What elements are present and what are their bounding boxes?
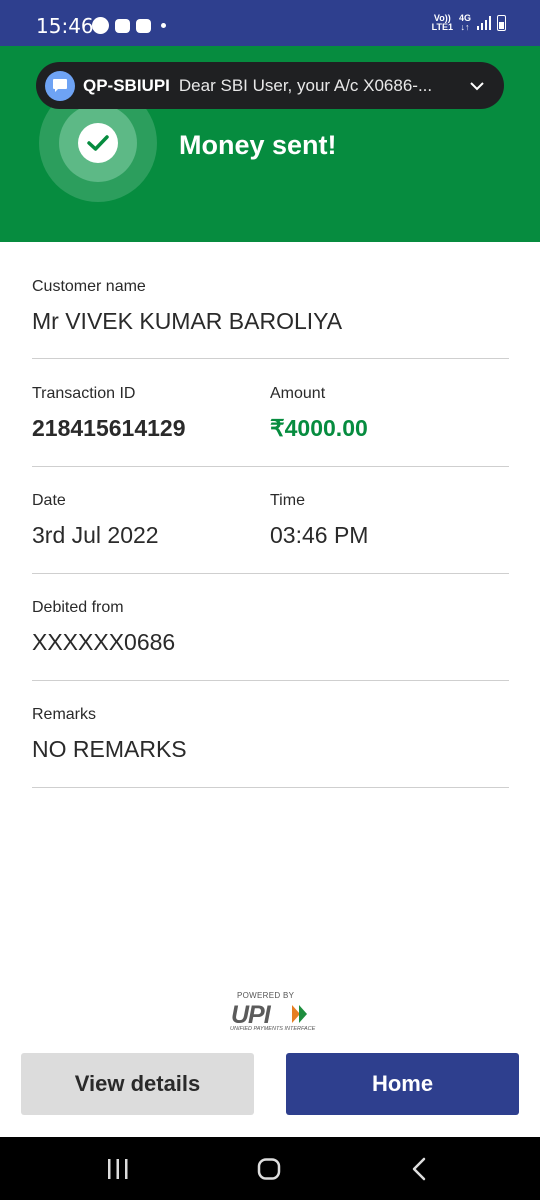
time-value: 03:46 PM <box>270 522 369 548</box>
home-nav-icon[interactable] <box>257 1158 281 1180</box>
time-label: Time <box>270 492 305 509</box>
notification-message: Dear SBI User, your A/c X0686-... <box>178 75 433 95</box>
divider <box>32 573 509 574</box>
status-bar: 15:46 Vo)) LTE1 4G ↓↑ <box>0 0 540 46</box>
checkmark-icon <box>78 123 118 163</box>
back-icon[interactable] <box>411 1157 427 1181</box>
customer-name-value: Mr VIVEK KUMAR BAROLIYA <box>32 308 343 334</box>
system-nav-bar <box>0 1137 540 1200</box>
status-time: 15:46 <box>36 14 94 38</box>
notification-sender: QP-SBIUPI <box>83 75 170 95</box>
data-arrows-label: ↓↑ <box>460 22 470 32</box>
status-notification-icons <box>92 17 166 34</box>
volte-indicator: Vo)) LTE1 <box>432 14 453 32</box>
signal-icon <box>477 16 491 30</box>
upi-arrow-icon <box>292 1005 307 1023</box>
home-button[interactable]: Home <box>286 1053 519 1115</box>
divider <box>32 680 509 681</box>
chat-bubble-icon <box>92 17 109 34</box>
debited-from-value: XXXXXX0686 <box>32 629 176 655</box>
upi-logo: POWERED BY UPI UNIFIED PAYMENTS INTERFAC… <box>227 990 317 1034</box>
transaction-id-label: Transaction ID <box>32 385 136 402</box>
remarks-value: NO REMARKS <box>32 736 187 762</box>
page-title: Money sent! <box>179 130 337 160</box>
amount-label: Amount <box>270 385 326 402</box>
divider <box>32 787 509 788</box>
transaction-id-value: 218415614129 <box>32 415 186 441</box>
customer-name-label: Customer name <box>32 278 146 295</box>
debited-from-label: Debited from <box>32 599 124 616</box>
message-icon <box>115 18 130 33</box>
date-label: Date <box>32 492 66 509</box>
divider <box>32 358 509 359</box>
app-icon <box>136 18 151 33</box>
upi-subtitle: UNIFIED PAYMENTS INTERFACE <box>230 1026 316 1032</box>
chevron-down-icon[interactable] <box>470 78 484 96</box>
recents-icon[interactable] <box>107 1159 129 1179</box>
date-value: 3rd Jul 2022 <box>32 522 159 548</box>
divider <box>32 466 509 467</box>
message-app-icon <box>45 70 75 101</box>
status-system-icons: Vo)) LTE1 4G ↓↑ <box>432 14 506 32</box>
more-dot-icon <box>161 23 166 28</box>
view-details-button[interactable]: View details <box>21 1053 254 1115</box>
battery-icon <box>497 15 506 31</box>
sms-notification[interactable]: QP-SBIUPI Dear SBI User, your A/c X0686-… <box>36 62 504 109</box>
network-type-indicator: 4G ↓↑ <box>459 14 471 32</box>
lte-label: LTE1 <box>431 22 453 32</box>
remarks-label: Remarks <box>32 706 97 723</box>
amount-value: ₹4000.00 <box>270 415 368 441</box>
upi-powered-by: POWERED BY <box>237 991 295 1000</box>
